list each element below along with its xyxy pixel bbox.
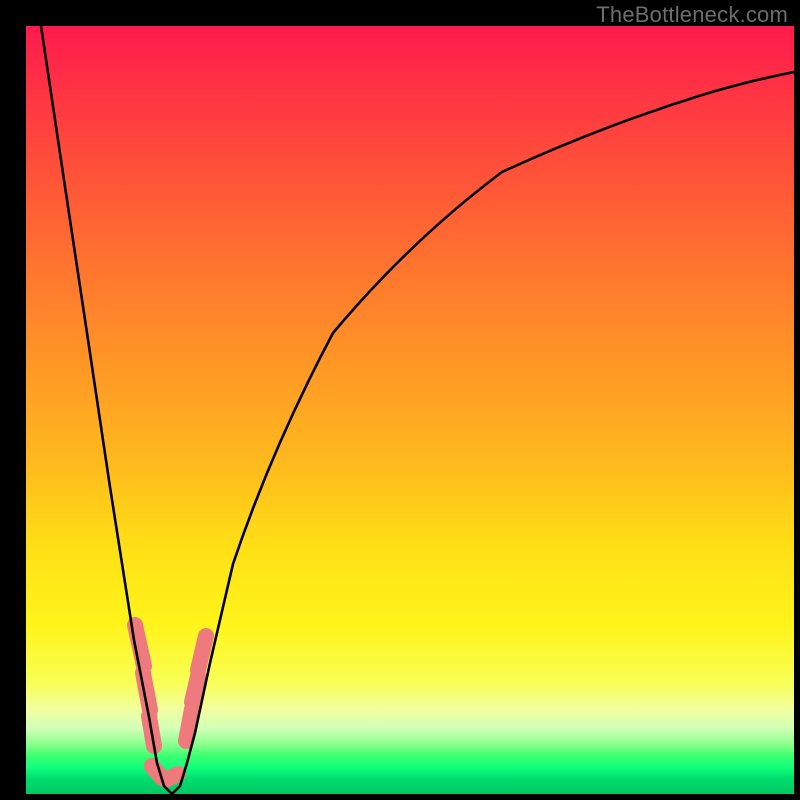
chart-svg [26, 26, 794, 794]
watermark-text: TheBottleneck.com [596, 2, 788, 28]
bottleneck-curve [41, 26, 794, 794]
chart-frame: TheBottleneck.com [0, 0, 800, 800]
marker-cluster-bottom [152, 766, 178, 780]
plot-area [26, 26, 794, 794]
